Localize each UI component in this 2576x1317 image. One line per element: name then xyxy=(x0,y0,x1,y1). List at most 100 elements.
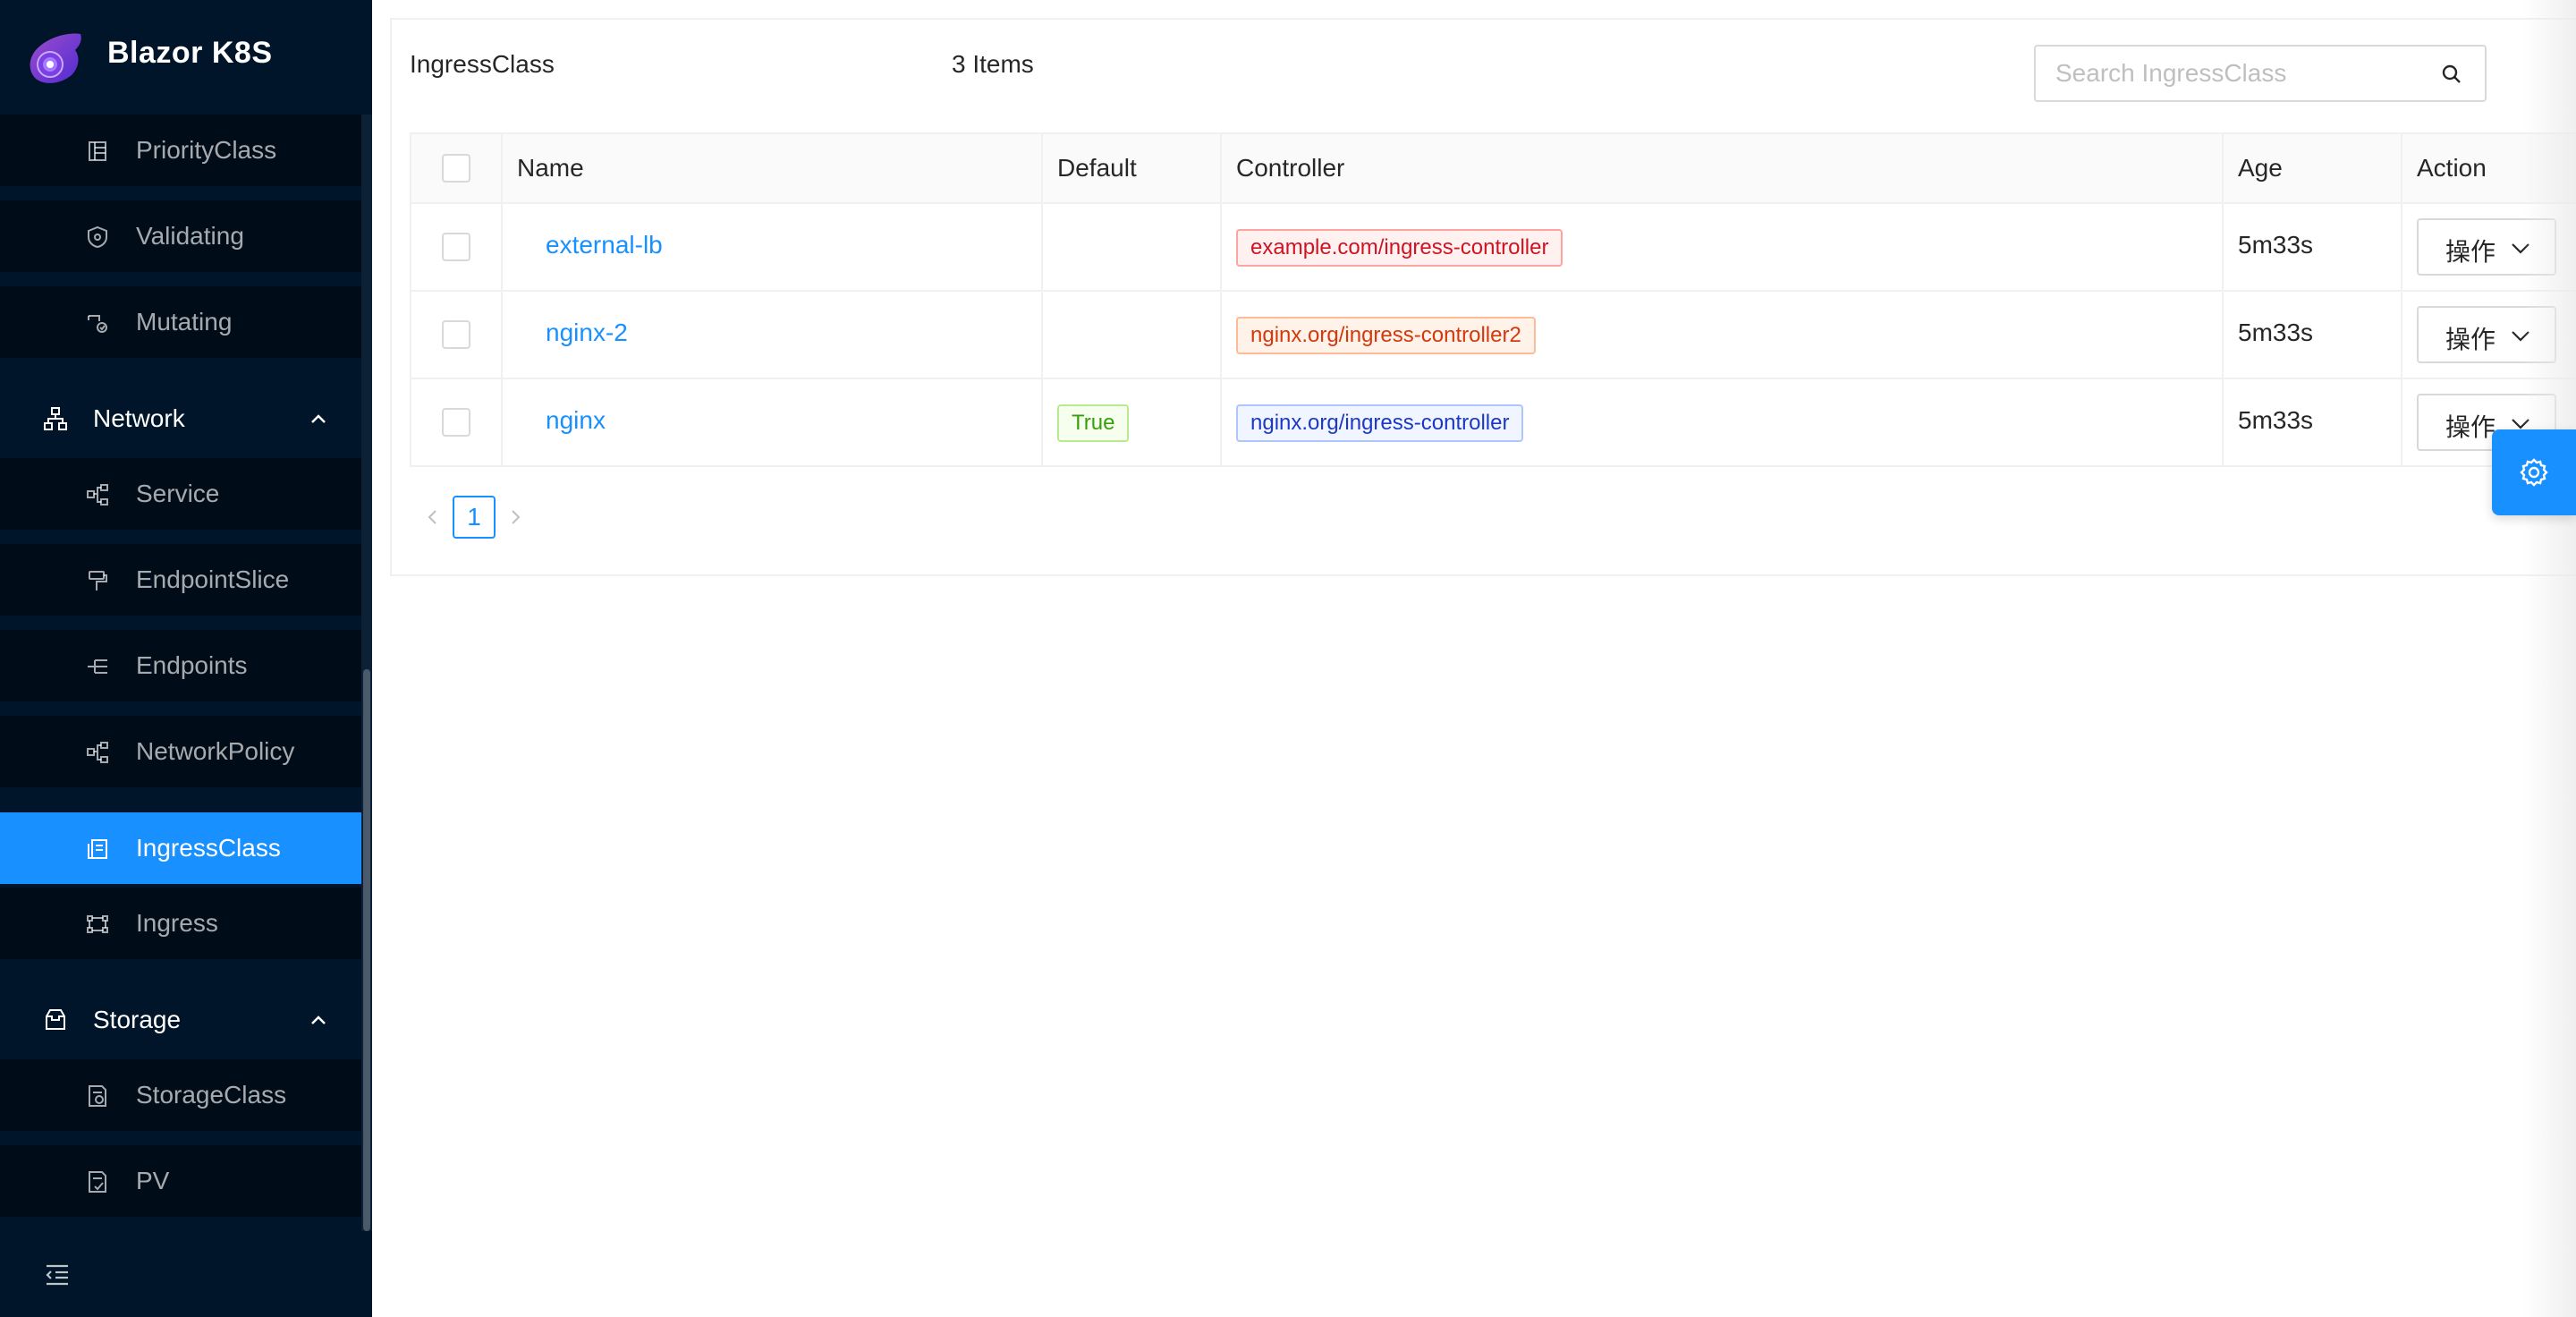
name-cell: nginx xyxy=(501,379,1041,465)
action-cell: 操作 xyxy=(2401,204,2576,290)
controller-tag: example.com/ingress-controller xyxy=(1236,229,1563,267)
menu-fold-icon[interactable] xyxy=(45,1263,70,1287)
age-value: 5m33s xyxy=(2238,319,2314,346)
sidebar-item-endpoints[interactable]: Endpoints xyxy=(0,630,361,701)
default-true-tag: True xyxy=(1057,404,1130,442)
chevron-down-icon xyxy=(2512,331,2529,342)
sidebar-scrollbar-thumb[interactable] xyxy=(363,669,370,1231)
column-header-controller[interactable]: Controller xyxy=(1220,134,2222,204)
row-checkbox[interactable] xyxy=(442,233,470,261)
action-label: 操作 xyxy=(2445,238,2496,266)
sidebar: Blazor K8S PriorityClass Validating Muta… xyxy=(0,0,372,1317)
column-header-name[interactable]: Name xyxy=(501,134,1041,204)
submenu-label: Network xyxy=(93,404,185,432)
controller-tag: nginx.org/ingress-controller xyxy=(1236,404,1524,442)
sidebar-item-priorityclass[interactable]: PriorityClass xyxy=(0,115,361,186)
controller-cell: example.com/ingress-controller xyxy=(1220,204,2222,290)
endpoints-icon xyxy=(88,659,107,674)
ingress-class-icon xyxy=(88,839,107,859)
blazor-logo-icon xyxy=(30,33,81,83)
sidebar-item-label: Service xyxy=(136,480,220,507)
pv-icon xyxy=(89,1171,106,1193)
sidebar-item-pv[interactable]: PV xyxy=(0,1145,361,1217)
name-cell: external-lb xyxy=(501,204,1041,290)
sidebar-item-label: Ingress xyxy=(136,909,218,937)
row-select-cell xyxy=(411,204,501,290)
submenu-network[interactable]: Network xyxy=(0,379,361,458)
age-cell: 5m33s xyxy=(2222,204,2401,290)
table-row: nginx-2 nginx.org/ingress-controller2 5m… xyxy=(410,292,2576,379)
ingressclass-name-link[interactable]: external-lb xyxy=(546,231,663,259)
endpoint-slice-icon xyxy=(89,571,107,591)
column-header-action: Action xyxy=(2401,134,2576,204)
column-header-default[interactable]: Default xyxy=(1041,134,1220,204)
default-cell: True xyxy=(1041,379,1220,465)
page-number-current[interactable]: 1 xyxy=(453,496,496,539)
default-cell xyxy=(1041,204,1220,290)
default-cell xyxy=(1041,292,1220,378)
main-content: IngressClass 3 Items Name Default Contro… xyxy=(372,0,2576,1317)
storage-icon xyxy=(46,1009,65,1030)
sidebar-item-label: Endpoints xyxy=(136,651,248,679)
sidebar-item-label: PriorityClass xyxy=(136,136,277,164)
item-count: 3 Items xyxy=(952,50,1034,78)
sidebar-item-ingress[interactable]: Ingress xyxy=(0,888,361,959)
name-cell: nginx-2 xyxy=(501,292,1041,378)
gear-icon xyxy=(2520,458,2548,487)
sidebar-item-ingressclass[interactable]: IngressClass xyxy=(0,812,361,884)
network-policy-icon xyxy=(87,742,108,763)
submenu-label: Storage xyxy=(93,1006,182,1033)
action-dropdown-button[interactable]: 操作 xyxy=(2417,306,2556,363)
chevron-left-icon[interactable] xyxy=(424,508,442,526)
table-row: nginx True nginx.org/ingress-controller … xyxy=(410,379,2576,467)
sidebar-scrollbar[interactable] xyxy=(361,115,372,1231)
controller-cell: nginx.org/ingress-controller xyxy=(1220,379,2222,465)
sidebar-item-validating[interactable]: Validating xyxy=(0,200,361,272)
row-checkbox[interactable] xyxy=(442,320,470,349)
search-input[interactable] xyxy=(2055,57,2431,89)
ingressclass-name-link[interactable]: nginx-2 xyxy=(546,319,628,347)
network-icon xyxy=(44,407,67,430)
action-dropdown-button[interactable]: 操作 xyxy=(2417,218,2556,276)
chevron-up-icon xyxy=(311,414,326,423)
ingressclass-name-link[interactable]: nginx xyxy=(546,406,606,435)
priority-class-icon xyxy=(89,141,106,161)
side-menu: PriorityClass Validating Mutating Networ… xyxy=(0,115,361,1231)
sidebar-collapse-bar[interactable] xyxy=(0,1231,372,1317)
chevron-right-icon[interactable] xyxy=(506,508,524,526)
settings-button[interactable] xyxy=(2492,429,2576,515)
mutating-icon xyxy=(88,315,107,333)
sidebar-item-label: EndpointSlice xyxy=(136,565,290,593)
sidebar-item-mutating[interactable]: Mutating xyxy=(0,286,361,358)
sidebar-item-label: Validating xyxy=(136,222,244,250)
chevron-up-icon xyxy=(311,1015,326,1024)
sidebar-item-service[interactable]: Service xyxy=(0,458,361,530)
ingress-icon xyxy=(87,915,108,933)
sidebar-item-networkpolicy[interactable]: NetworkPolicy xyxy=(0,716,361,787)
sidebar-item-label: IngressClass xyxy=(136,834,281,862)
action-label: 操作 xyxy=(2445,413,2496,441)
table-row: external-lb example.com/ingress-controll… xyxy=(410,204,2576,292)
controller-tag: nginx.org/ingress-controller2 xyxy=(1236,317,1536,354)
sidebar-item-label: PV xyxy=(136,1167,170,1194)
search-icon[interactable] xyxy=(2440,63,2463,86)
sidebar-item-label: Mutating xyxy=(136,308,233,336)
age-value: 5m33s xyxy=(2238,406,2314,434)
ingressclass-card: IngressClass 3 Items Name Default Contro… xyxy=(390,18,2576,576)
chevron-down-icon xyxy=(2512,243,2529,254)
table-header: Name Default Controller Age Action xyxy=(410,132,2576,204)
age-value: 5m33s xyxy=(2238,231,2314,259)
row-select-cell xyxy=(411,379,501,465)
storage-class-icon xyxy=(89,1085,106,1107)
search-box[interactable] xyxy=(2034,45,2487,102)
row-checkbox[interactable] xyxy=(442,408,470,437)
action-label: 操作 xyxy=(2445,326,2496,353)
sidebar-item-storageclass[interactable]: StorageClass xyxy=(0,1059,361,1131)
column-header-age[interactable]: Age xyxy=(2222,134,2401,204)
select-all-checkbox[interactable] xyxy=(442,154,470,183)
page-title: IngressClass xyxy=(410,50,555,78)
sidebar-item-endpointslice[interactable]: EndpointSlice xyxy=(0,544,361,616)
age-cell: 5m33s xyxy=(2222,292,2401,378)
submenu-storage[interactable]: Storage xyxy=(0,981,361,1059)
brand[interactable]: Blazor K8S xyxy=(0,0,372,115)
